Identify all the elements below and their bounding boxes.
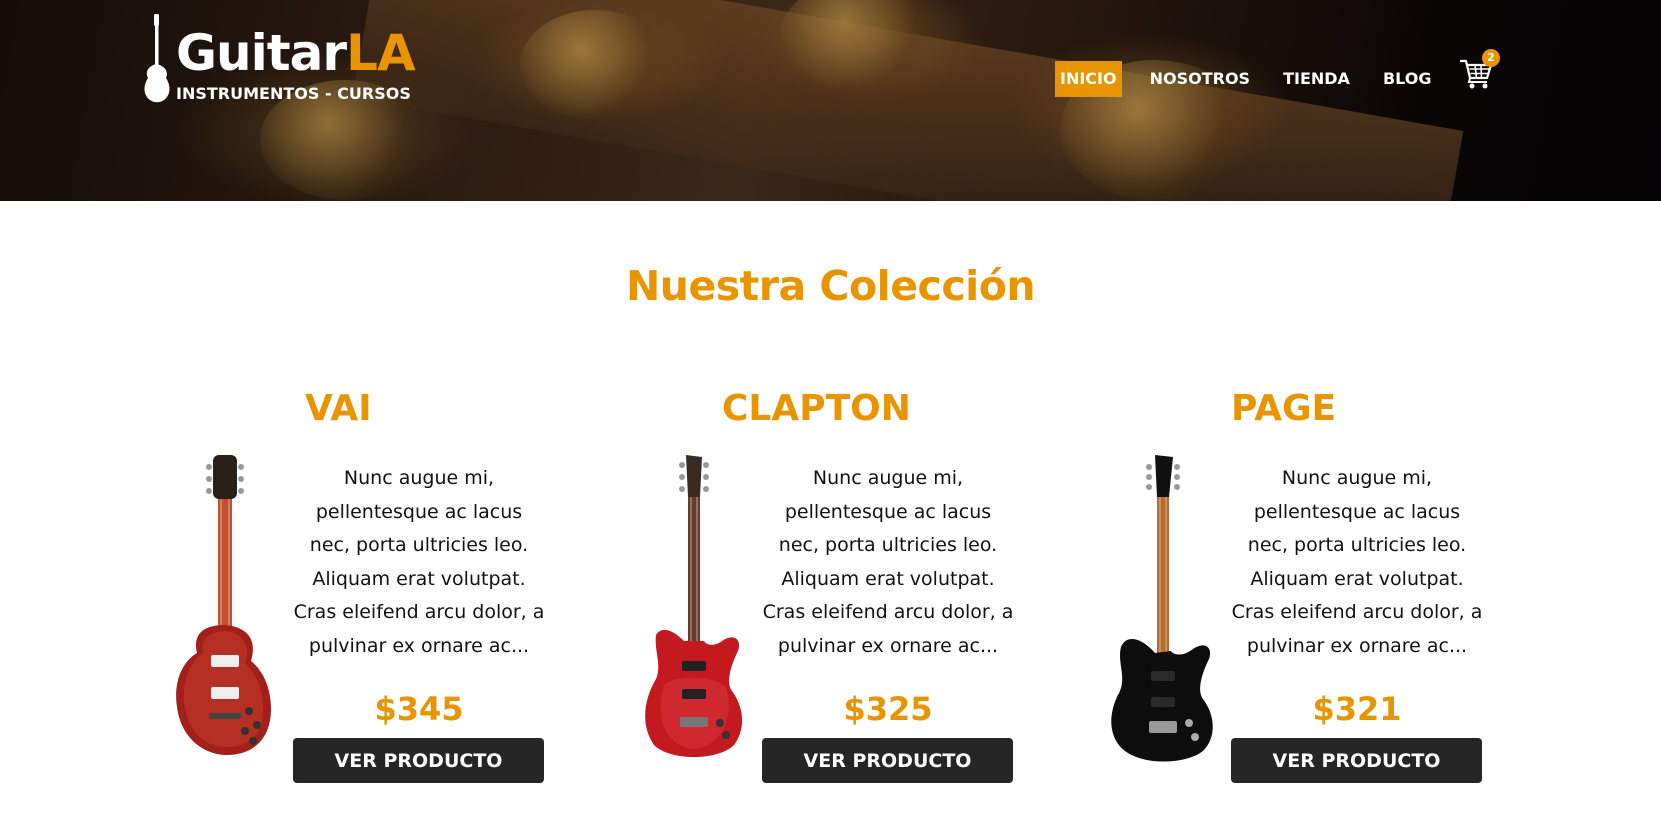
guitar-logo-icon bbox=[144, 14, 170, 103]
view-product-button[interactable]: VER PRODUCTO bbox=[1231, 738, 1482, 783]
site-header: GuitarLA INSTRUMENTOS - CURSOS INICIO NO… bbox=[0, 0, 1661, 201]
nav-link-nosotros[interactable]: NOSOTROS bbox=[1145, 61, 1255, 97]
collection-title: Nuestra Colección bbox=[625, 262, 1036, 310]
product-description: Nunc augue mi, pellentesque ac lacus nec… bbox=[762, 467, 1014, 657]
nav-link-tienda[interactable]: TIENDA bbox=[1278, 61, 1355, 97]
view-product-button[interactable]: VER PRODUCTO bbox=[762, 738, 1013, 783]
product-name: PAGE bbox=[1231, 388, 1337, 429]
site-logo[interactable]: GuitarLA INSTRUMENTOS - CURSOS bbox=[142, 14, 432, 104]
cart-button[interactable]: 2 bbox=[1459, 49, 1500, 94]
les-paul-guitar-image bbox=[176, 455, 271, 755]
product-name: VAI bbox=[305, 388, 372, 429]
logo-title-accent: LA bbox=[346, 24, 416, 82]
product-price: $345 bbox=[374, 690, 464, 728]
product-name: CLAPTON bbox=[722, 388, 911, 429]
product-price: $325 bbox=[843, 690, 933, 728]
logo-subtitle: INSTRUMENTOS - CURSOS bbox=[176, 84, 411, 103]
product-card: PAGE Nunc augue mi, pellentesque ac lacu… bbox=[1103, 380, 1523, 800]
logo-title-main: Guitar bbox=[176, 24, 347, 82]
product-price: $321 bbox=[1312, 690, 1402, 728]
superstrat-red-guitar-image bbox=[645, 455, 743, 757]
header-background-tuning-peg bbox=[520, 10, 670, 120]
main-navigation: INICIO NOSOTROS TIENDA BLOG bbox=[1055, 60, 1460, 98]
product-card: VAI Nunc augue mi, pellentesque ac lacus… bbox=[165, 380, 585, 800]
cart-count-badge: 2 bbox=[1482, 49, 1500, 67]
logo-title: GuitarLA bbox=[176, 28, 416, 78]
nav-link-blog[interactable]: BLOG bbox=[1378, 61, 1437, 97]
superstrat-black-guitar-image bbox=[1111, 455, 1213, 762]
product-description: Nunc augue mi, pellentesque ac lacus nec… bbox=[1231, 467, 1483, 657]
nav-link-inicio[interactable]: INICIO bbox=[1055, 61, 1122, 97]
view-product-button[interactable]: VER PRODUCTO bbox=[293, 738, 544, 783]
product-description: Nunc augue mi, pellentesque ac lacus nec… bbox=[293, 467, 545, 657]
product-card: CLAPTON Nunc augue mi, pellentesque ac l… bbox=[634, 380, 1054, 800]
